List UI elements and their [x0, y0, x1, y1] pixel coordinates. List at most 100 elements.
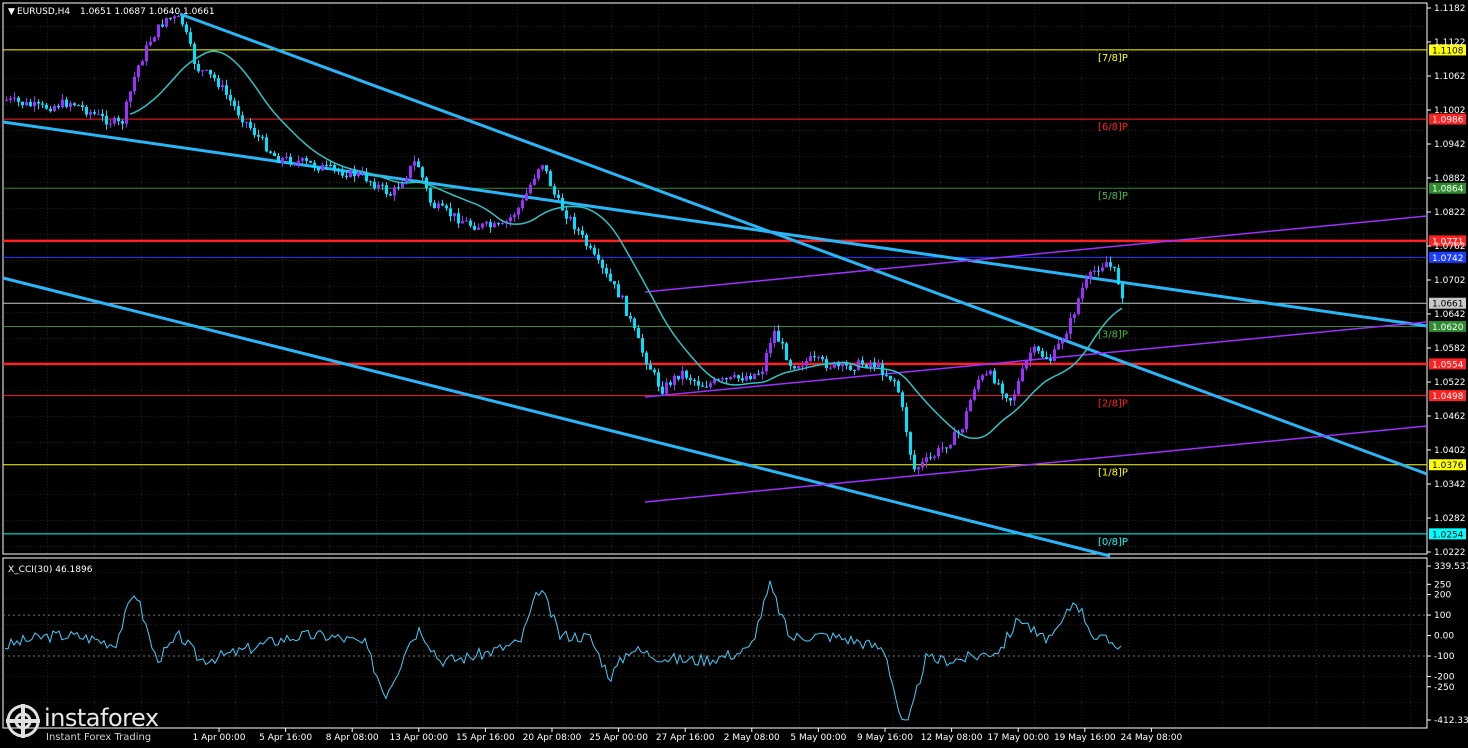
candle-body: [265, 137, 268, 152]
candle-body: [1033, 346, 1036, 353]
header-arrow-icon: ▼: [8, 7, 15, 17]
candle-body: [237, 106, 240, 116]
murray-level-label: [6/8]P: [1098, 122, 1128, 133]
time-tick-label: 8 Apr 08:00: [326, 733, 379, 743]
candle-body: [1117, 268, 1120, 284]
candle-body: [261, 136, 264, 138]
candle-body: [797, 366, 800, 369]
candle-body: [981, 375, 984, 380]
candle-body: [445, 205, 448, 209]
candle-body: [129, 91, 132, 102]
candle-body: [457, 213, 460, 224]
candle-body: [105, 116, 108, 125]
candle-body: [229, 94, 232, 101]
candle-body: [169, 17, 172, 19]
murray-level-label: [3/8]P: [1098, 329, 1128, 340]
price-tick-label: 1.1182: [1434, 4, 1466, 14]
murray-level-label: [0/8]P: [1098, 537, 1128, 548]
candle-body: [269, 151, 272, 153]
candle-body: [385, 185, 388, 195]
candle-body: [909, 432, 912, 455]
candle-body: [373, 181, 376, 189]
price-tick-label: 1.0642: [1434, 310, 1466, 320]
candle-body: [829, 367, 832, 369]
candle-body: [77, 105, 80, 107]
symbol-label: EURUSD,H4: [17, 7, 70, 17]
candle-body: [785, 343, 788, 361]
candle-body: [757, 373, 760, 375]
price-tick-label: 1.0222: [1434, 548, 1466, 558]
candle-body: [401, 183, 404, 188]
candle-body: [473, 225, 476, 230]
cci-tick-label: 339.5376: [1434, 562, 1468, 572]
candle-body: [513, 214, 516, 218]
candle-body: [161, 24, 164, 27]
candle-body: [565, 210, 568, 219]
candle-body: [33, 101, 36, 107]
candle-body: [649, 364, 652, 370]
time-tick-label: 12 May 08:00: [921, 733, 983, 743]
cci-tick-label: 250: [1434, 580, 1451, 590]
candle-body: [41, 103, 44, 105]
candle-body: [793, 365, 796, 369]
candle-body: [569, 216, 572, 219]
price-tick-label: 1.0522: [1434, 378, 1466, 388]
candle-body: [1049, 358, 1052, 361]
candle-body: [437, 203, 440, 209]
candle-body: [485, 222, 488, 224]
candle-body: [749, 376, 752, 380]
candle-body: [501, 222, 504, 225]
murray-level-label: [7/8]P: [1098, 53, 1128, 64]
candle-body: [313, 162, 316, 168]
candle-body: [865, 364, 868, 368]
candle-body: [973, 389, 976, 400]
candle-body: [993, 370, 996, 384]
candle-body: [709, 383, 712, 388]
price-chart[interactable]: 1.1108[7/8]P1.0986[6/8]P1.0864[5/8]P1.07…: [0, 0, 1468, 748]
price-tick-label: 1.0342: [1434, 480, 1466, 490]
time-tick-label: 20 Apr 08:00: [523, 733, 582, 743]
candle-body: [517, 208, 520, 215]
level-price-label: 1.0864: [1432, 185, 1464, 195]
candle-body: [221, 85, 224, 88]
candle-body: [641, 338, 644, 353]
candle-body: [205, 69, 208, 71]
price-tick-label: 1.0582: [1434, 344, 1466, 354]
cci-tick-label: 0.00: [1434, 632, 1454, 642]
candle-body: [185, 24, 188, 33]
candle-body: [657, 372, 660, 387]
candle-body: [145, 45, 148, 62]
candle-body: [729, 376, 732, 380]
candle-body: [629, 315, 632, 319]
candle-body: [333, 165, 336, 169]
candle-body: [737, 375, 740, 379]
level-price-label: 1.0661: [1432, 300, 1464, 310]
candle-body: [17, 97, 20, 102]
candle-body: [1101, 267, 1104, 272]
price-tick-label: 1.0462: [1434, 412, 1466, 422]
price-axis: 1.11821.11221.10621.10021.09421.08821.08…: [1427, 4, 1466, 558]
candle-body: [1061, 340, 1064, 344]
candle-body: [477, 227, 480, 230]
candle-body: [1013, 394, 1016, 401]
candle-body: [937, 448, 940, 457]
candle-body: [673, 375, 676, 385]
cci-panel[interactable]: [2, 557, 1428, 729]
candle-body: [273, 152, 276, 156]
cci-indicator-label: X_CCI(30) 46.1896: [8, 565, 93, 575]
candle-body: [941, 447, 944, 449]
candle-body: [533, 178, 536, 185]
candle-body: [53, 105, 56, 112]
price-tick-label: 1.0402: [1434, 446, 1466, 456]
candle-body: [605, 268, 608, 274]
time-tick-label: 19 May 16:00: [1054, 733, 1116, 743]
price-tick-label: 1.1062: [1434, 72, 1466, 82]
main-chart-area[interactable]: [2, 2, 1428, 555]
candle-body: [581, 230, 584, 235]
candle-body: [705, 386, 708, 388]
logo-tagline: Instant Forex Trading: [46, 732, 152, 743]
candle-body: [73, 103, 76, 106]
candle-body: [305, 158, 308, 161]
time-tick-label: 2 May 08:00: [724, 733, 780, 743]
candle-body: [901, 392, 904, 408]
